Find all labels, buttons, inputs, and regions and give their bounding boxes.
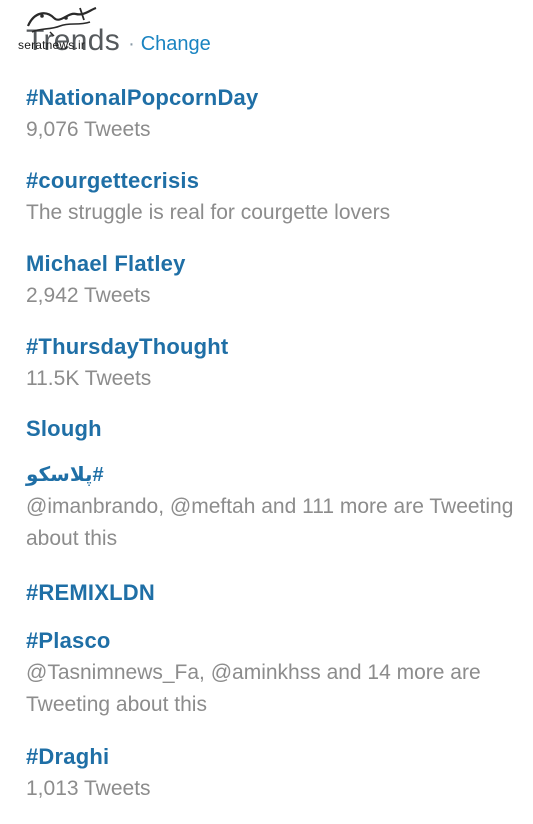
trend-item[interactable]: #Draghi 1,013 Tweets bbox=[26, 743, 526, 813]
watermark-site-text: seratnews.ir bbox=[18, 38, 86, 52]
trend-context: 1,013 Tweets bbox=[26, 777, 151, 800]
change-link[interactable]: Change bbox=[141, 33, 211, 56]
trend-name[interactable]: #Draghi bbox=[26, 743, 526, 771]
trend-context: 9,076 Tweets bbox=[26, 118, 151, 141]
trend-name[interactable]: Slough bbox=[26, 415, 526, 443]
trend-context: 2,942 Tweets bbox=[26, 284, 151, 307]
trend-item[interactable]: Slough bbox=[26, 415, 526, 461]
trend-context: The struggle is real for courgette lover… bbox=[26, 201, 391, 224]
trend-name[interactable]: #courgettecrisis bbox=[26, 167, 526, 195]
trend-item[interactable]: #NationalPopcornDay 9,076 Tweets bbox=[26, 84, 526, 167]
trend-name[interactable]: #پلاسکو bbox=[26, 461, 104, 489]
trend-item[interactable]: #Plasco @Tasnimnews_Fa, @aminkhss and 14… bbox=[26, 627, 526, 743]
trend-item[interactable]: #REMIXLDN bbox=[26, 579, 526, 627]
trend-item[interactable]: Michael Flatley 2,942 Tweets bbox=[26, 250, 526, 333]
trend-context: @Tasnimnews_Fa, @aminkhss and 14 more ar… bbox=[26, 661, 481, 716]
trend-name[interactable]: #Plasco bbox=[26, 627, 526, 655]
trend-item[interactable]: #courgettecrisis The struggle is real fo… bbox=[26, 167, 526, 250]
trend-name[interactable]: #REMIXLDN bbox=[26, 579, 526, 607]
trends-list: #NationalPopcornDay 9,076 Tweets #courge… bbox=[26, 84, 526, 813]
trend-context: @imanbrando, @meftah and 111 more are Tw… bbox=[26, 495, 514, 550]
trend-item[interactable]: #پلاسکو @imanbrando, @meftah and 111 mor… bbox=[26, 461, 526, 579]
trend-name[interactable]: Michael Flatley bbox=[26, 250, 526, 278]
trend-name[interactable]: #NationalPopcornDay bbox=[26, 84, 526, 112]
trend-name[interactable]: #ThursdayThought bbox=[26, 333, 526, 361]
trend-context: 11.5K Tweets bbox=[26, 367, 152, 390]
header-separator: · bbox=[128, 33, 135, 55]
watermark-logo: seratnews.ir bbox=[14, 4, 104, 52]
seratnews-logo-icon bbox=[26, 6, 97, 37]
trend-item[interactable]: #ThursdayThought 11.5K Tweets bbox=[26, 333, 526, 415]
